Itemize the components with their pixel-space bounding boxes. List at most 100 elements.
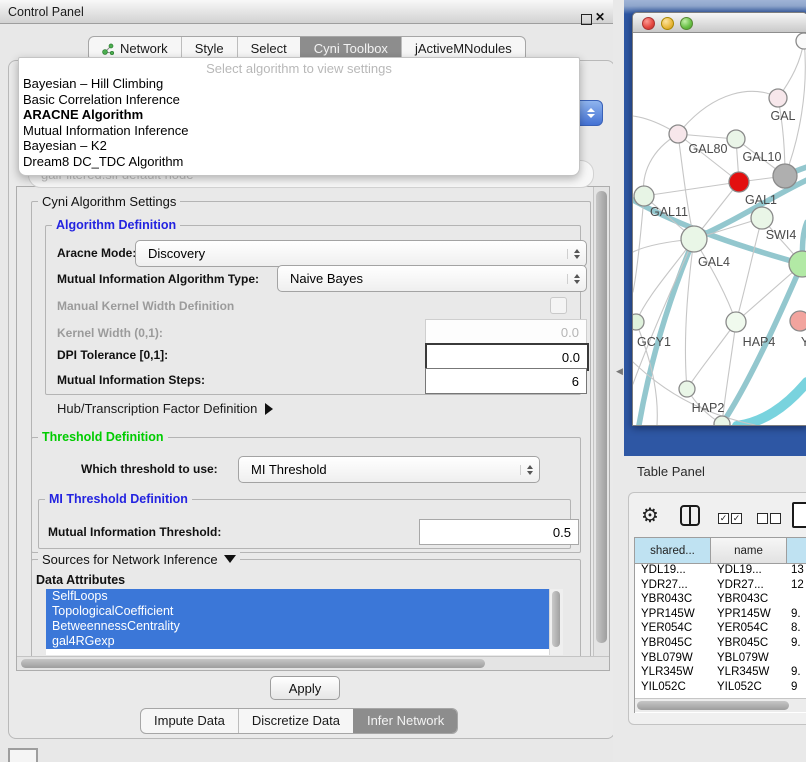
network-edge[interactable]: [785, 40, 805, 176]
manual-kernel-checkbox[interactable]: [550, 297, 567, 314]
column-header-name[interactable]: name: [711, 538, 787, 563]
table-cell: 8.: [787, 622, 806, 637]
network-node[interactable]: [681, 226, 707, 252]
table-row[interactable]: YBR043CYBR043C: [635, 593, 806, 608]
table-row[interactable]: YDR27...YDR27...12: [635, 579, 806, 594]
network-node[interactable]: [726, 312, 746, 332]
settings-hscrollbar[interactable]: [17, 656, 609, 671]
data-attribute-option[interactable]: gal4RGexp: [46, 634, 556, 649]
column-header-cut[interactable]: [787, 538, 806, 563]
aracne-mode-value: Discovery: [148, 246, 205, 261]
network-node[interactable]: [634, 186, 654, 206]
table-cell: 13: [787, 564, 806, 579]
table-row[interactable]: YER054CYER054C8.: [635, 622, 806, 637]
close-icon[interactable]: ✕: [595, 10, 605, 24]
network-node[interactable]: [796, 33, 806, 49]
table-cell: YDL19...: [711, 564, 787, 579]
checked-checkbox-icon[interactable]: ✓: [718, 513, 729, 524]
data-attribute-option[interactable]: BetweennessCentrality: [46, 619, 556, 634]
combo-stepper-icon: [520, 465, 533, 475]
network-node[interactable]: [633, 314, 644, 330]
cyni-bottom-tabs: Impute Data Discretize Data Infer Networ…: [140, 708, 458, 734]
tab-discretize-data[interactable]: Discretize Data: [238, 709, 353, 733]
network-canvas[interactable]: GALGAL80GAL10GAL1GAL11SWI4GAL4GCY1HAP4YH…: [633, 32, 806, 425]
table-cell: YBL079W: [635, 652, 711, 667]
data-attribute-option[interactable]: SelfLoops: [46, 589, 556, 604]
table-hscrollbar[interactable]: [635, 698, 806, 712]
table-cell: 9.: [787, 637, 806, 652]
network-node[interactable]: [669, 125, 687, 143]
settings-viewport: Cyni Algorithm Settings Algorithm Defini…: [16, 186, 610, 671]
algorithm-option[interactable]: ARACNE Algorithm: [19, 107, 579, 123]
mi-threshold-value: 0.5: [553, 525, 571, 540]
table-row[interactable]: YPR145WYPR145W9.: [635, 608, 806, 623]
hub-definition-expander[interactable]: Hub/Transcription Factor Definition: [57, 401, 273, 416]
combo-stepper-icon[interactable]: [578, 100, 603, 126]
algorithm-option[interactable]: Dream8 DC_TDC Algorithm: [19, 154, 579, 170]
list-scrollbar[interactable]: [549, 589, 563, 655]
gear-icon[interactable]: ⚙: [641, 503, 659, 528]
mi-type-combo[interactable]: Naive Bayes: [277, 265, 587, 292]
algorithm-option[interactable]: Bayesian – K2: [19, 138, 579, 154]
mi-steps-input[interactable]: 6: [425, 368, 587, 394]
network-node[interactable]: [769, 89, 787, 107]
network-edge[interactable]: [633, 196, 644, 292]
unchecked-checkbox-icon[interactable]: [757, 513, 768, 524]
network-edge[interactable]: [644, 182, 739, 196]
mac-minimize-icon[interactable]: [661, 17, 674, 30]
network-node-label: GCY1: [637, 335, 671, 349]
network-edge[interactable]: [678, 91, 778, 134]
table-cell: YER054C: [711, 622, 787, 637]
network-node[interactable]: [773, 164, 797, 188]
divider-collapse-icon[interactable]: ◀: [616, 366, 623, 377]
apply-button[interactable]: Apply: [270, 676, 340, 700]
kernel-width-input[interactable]: 0.0: [425, 319, 587, 345]
tab-infer-network[interactable]: Infer Network: [353, 709, 457, 733]
dpi-tolerance-label: DPI Tolerance [0,1]:: [57, 348, 168, 362]
network-window-titlebar[interactable]: [633, 13, 806, 33]
mi-threshold-input[interactable]: 0.5: [419, 519, 579, 545]
combo-stepper-icon: [567, 274, 580, 284]
table-row[interactable]: YDL19...YDL19...13: [635, 564, 806, 579]
unchecked-checkbox-icon[interactable]: [770, 513, 781, 524]
sources-title[interactable]: Sources for Network Inference: [38, 552, 240, 567]
network-edge[interactable]: [694, 239, 736, 322]
settings-vscrollbar[interactable]: [593, 187, 610, 656]
table-row[interactable]: YBR045CYBR045C9.: [635, 637, 806, 652]
column-header-shared-name[interactable]: shared...: [635, 538, 711, 563]
float-icon[interactable]: [581, 14, 592, 25]
mi-steps-label: Mutual Information Steps:: [57, 373, 205, 387]
network-icon: [102, 43, 115, 56]
mac-zoom-icon[interactable]: [680, 17, 693, 30]
algorithm-option[interactable]: Bayesian – Hill Climbing: [19, 76, 579, 92]
network-edge[interactable]: [687, 322, 736, 389]
table-row[interactable]: YLR345WYLR345W9.: [635, 666, 806, 681]
network-node[interactable]: [727, 130, 745, 148]
network-edge-thick[interactable]: [737, 382, 806, 425]
checked-checkbox-icon[interactable]: ✓: [731, 513, 742, 524]
mac-close-icon[interactable]: [642, 17, 655, 30]
algorithm-option[interactable]: Basic Correlation Inference: [19, 92, 579, 108]
network-edge[interactable]: [736, 218, 762, 322]
table-cell: YDL19...: [635, 564, 711, 579]
tab-impute-data[interactable]: Impute Data: [141, 709, 238, 733]
dpi-tolerance-value: 0.0: [562, 350, 580, 365]
algorithm-option[interactable]: Mutual Information Inference: [19, 123, 579, 139]
aracne-mode-combo[interactable]: Discovery: [135, 240, 587, 267]
data-attribute-option[interactable]: TopologicalCoefficient: [46, 604, 556, 619]
minimized-panel-icon[interactable]: [8, 748, 38, 762]
which-threshold-combo[interactable]: MI Threshold: [238, 456, 540, 483]
network-node-label: SWI4: [766, 228, 797, 242]
columns-icon[interactable]: [680, 505, 700, 526]
network-graph: GALGAL80GAL10GAL1GAL11SWI4GAL4GCY1HAP4YH…: [633, 32, 806, 425]
table-row[interactable]: YBL079WYBL079W: [635, 652, 806, 667]
network-node[interactable]: [729, 172, 749, 192]
network-node[interactable]: [790, 311, 806, 331]
tab-impute-data-label: Impute Data: [154, 709, 225, 733]
network-node[interactable]: [751, 207, 773, 229]
dpi-tolerance-input[interactable]: 0.0: [425, 343, 589, 371]
table-cell: YER054C: [635, 622, 711, 637]
page-icon[interactable]: [792, 502, 806, 528]
table-row[interactable]: YIL052CYIL052C9: [635, 681, 806, 693]
network-node[interactable]: [679, 381, 695, 397]
